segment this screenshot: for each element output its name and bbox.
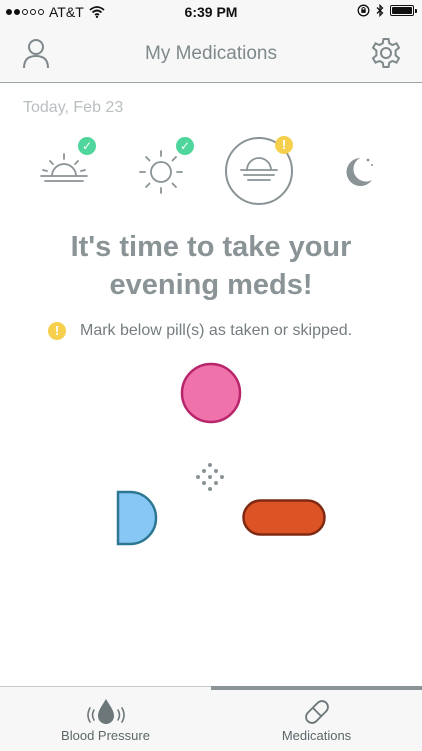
pill-capsule[interactable]: [242, 499, 328, 537]
pill-icon: [305, 700, 329, 724]
phase-afternoon-taken-badge: ✓: [176, 137, 194, 155]
status-bar: AT&T 6:39 PM: [0, 0, 422, 24]
settings-button[interactable]: [369, 36, 403, 70]
capsule-pill-icon: [242, 499, 326, 536]
headline: It's time to take your evening meds!: [0, 228, 422, 304]
phase-night[interactable]: [342, 154, 376, 190]
gear-icon: [371, 38, 401, 68]
page-title: My Medications: [145, 43, 277, 64]
tab-bar: Blood Pressure Medications: [0, 686, 422, 751]
status-right: [357, 4, 417, 17]
moon-icon: [346, 158, 373, 186]
drag-dots-icon: [196, 463, 224, 491]
bluetooth-icon: [376, 4, 384, 17]
nav-bar: My Medications: [0, 24, 422, 83]
phase-afternoon[interactable]: [137, 148, 185, 196]
tab-blood-pressure-label: Blood Pressure: [61, 728, 150, 743]
headline-text: It's time to take your evening meds!: [70, 231, 352, 301]
active-tab-indicator: [211, 686, 422, 690]
pill-round[interactable]: [180, 362, 242, 424]
round-pill-icon: [180, 362, 242, 424]
pill-half-round[interactable]: [116, 490, 160, 546]
battery-icon: [390, 5, 417, 16]
date-label: Today, Feb 23: [23, 99, 124, 116]
sun-icon: [139, 150, 183, 194]
tab-blood-pressure[interactable]: Blood Pressure: [0, 687, 211, 751]
rotation-lock-icon: [357, 4, 370, 17]
tab-medications-label: Medications: [281, 728, 352, 743]
warning-icon: !: [48, 322, 66, 340]
tab-medications[interactable]: Medications: [211, 686, 422, 751]
blood-drop-icon: [87, 699, 125, 724]
hint: ! Mark below pill(s) as taken or skipped…: [48, 322, 352, 340]
shuffle-dots[interactable]: [194, 461, 226, 493]
hint-text: Mark below pill(s) as taken or skipped.: [80, 322, 353, 339]
phase-evening-pending-badge: !: [275, 136, 293, 154]
half-round-pill-icon: [116, 490, 158, 546]
phase-morning-taken-badge: ✓: [78, 137, 96, 155]
